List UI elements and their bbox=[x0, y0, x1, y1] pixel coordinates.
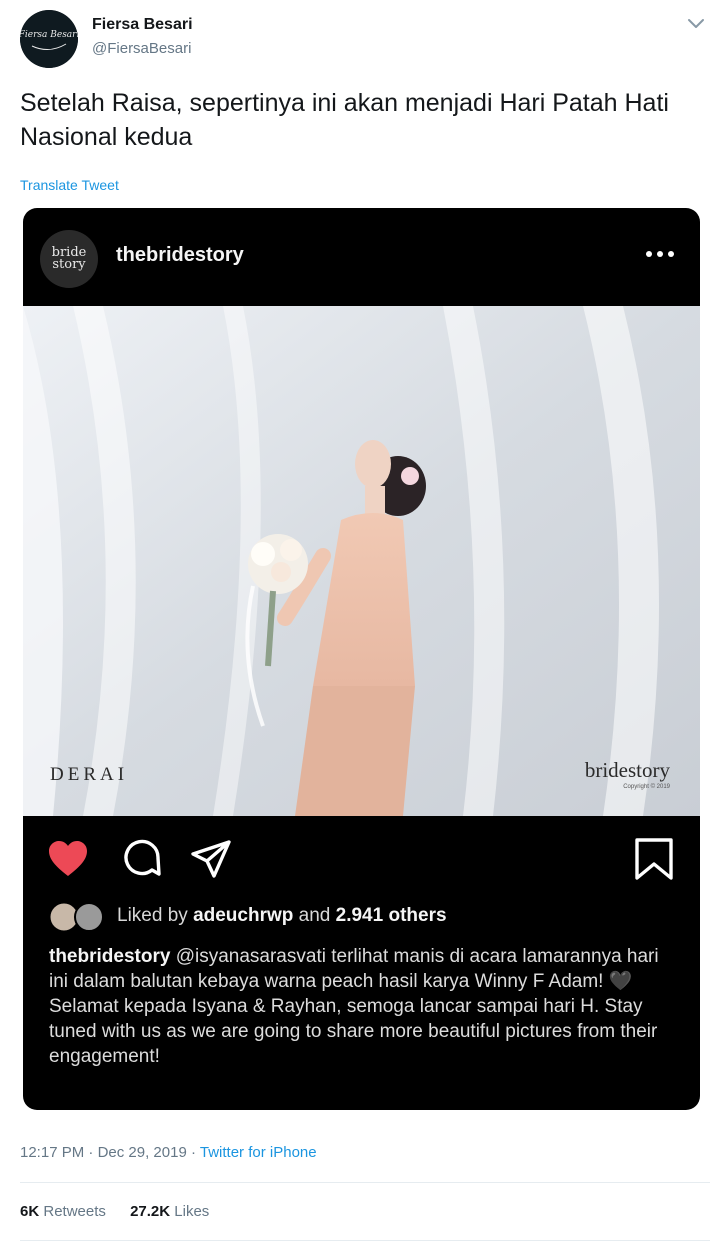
retweets-stat[interactable]: 6K Retweets bbox=[20, 1203, 106, 1220]
author-name[interactable]: Fiersa Besari bbox=[92, 16, 193, 34]
liked-user: adeuchrwp bbox=[193, 905, 294, 926]
likes-label: Likes bbox=[174, 1203, 210, 1220]
author-handle[interactable]: @FiersaBesari bbox=[92, 40, 191, 57]
liked-prefix: Liked by bbox=[117, 905, 188, 926]
share-icon bbox=[191, 840, 231, 878]
retweets-label: Retweets bbox=[43, 1203, 106, 1220]
meta-separator: · bbox=[88, 1144, 94, 1161]
tweet-time[interactable]: 12:17 PM bbox=[20, 1144, 84, 1161]
photo-copyright: Copyright © 2019 bbox=[623, 784, 670, 790]
tweet-header: Fiersa Besari Fiersa Besari @FiersaBesar… bbox=[20, 10, 710, 70]
retweets-count: 6K bbox=[20, 1203, 40, 1220]
ig-avatar: bride story bbox=[40, 230, 98, 288]
tweet-stats: 6K Retweets 27.2K Likes bbox=[20, 1203, 229, 1220]
embedded-post-image[interactable]: bride story thebridestory DERAI bridesto… bbox=[23, 208, 700, 1110]
likes-count: 27.2K bbox=[130, 1203, 171, 1220]
translate-tweet-link[interactable]: Translate Tweet bbox=[20, 177, 119, 193]
liked-by-avatars bbox=[49, 902, 104, 932]
comment-icon bbox=[124, 839, 161, 876]
bride-photo-illustration bbox=[23, 306, 700, 816]
more-dots-icon bbox=[646, 251, 674, 257]
ig-avatar-text: bride story bbox=[51, 245, 87, 272]
svg-text:Fiersa Besari: Fiersa Besari bbox=[20, 30, 78, 40]
divider bbox=[20, 1182, 710, 1183]
photo-watermark-bridestory: bridestory Copyright © 2019 bbox=[585, 758, 670, 790]
liked-by-text: Liked by adeuchrwp and 2.941 others bbox=[117, 905, 447, 927]
tweet-source-link[interactable]: Twitter for iPhone bbox=[200, 1144, 317, 1161]
tweet-timestamp: 12:17 PM · Dec 29, 2019 · Twitter for iP… bbox=[20, 1144, 317, 1161]
ig-username: thebridestory bbox=[116, 244, 244, 266]
ig-post-header: bride story thebridestory bbox=[23, 208, 700, 306]
divider-bottom bbox=[20, 1240, 710, 1241]
meta-separator-2: · bbox=[190, 1144, 196, 1161]
likes-stat[interactable]: 27.2K Likes bbox=[130, 1203, 209, 1220]
chevron-down-icon[interactable] bbox=[684, 12, 708, 36]
heart-icon bbox=[49, 841, 87, 876]
tweet-text: Setelah Raisa, sepertinya ini akan menja… bbox=[20, 89, 669, 151]
caption-username: thebridestory bbox=[49, 946, 171, 967]
ig-photo bbox=[23, 306, 700, 816]
liked-others: 2.941 others bbox=[335, 905, 447, 926]
ig-liked-by: Liked by adeuchrwp and 2.941 others bbox=[49, 902, 679, 932]
bookmark-icon bbox=[635, 838, 673, 880]
photo-watermark-derai: DERAI bbox=[50, 764, 129, 785]
ig-action-bar bbox=[23, 828, 700, 888]
liked-and: and bbox=[298, 905, 331, 926]
photo-watermark-bridestory-text: bridestory bbox=[584, 758, 670, 782]
author-avatar-logo: Fiersa Besari bbox=[20, 10, 78, 68]
tweet-date[interactable]: Dec 29, 2019 bbox=[98, 1144, 187, 1161]
ig-caption: thebridestory @isyanasarasvati terlihat … bbox=[49, 944, 679, 1069]
author-avatar[interactable]: Fiersa Besari bbox=[20, 10, 78, 68]
